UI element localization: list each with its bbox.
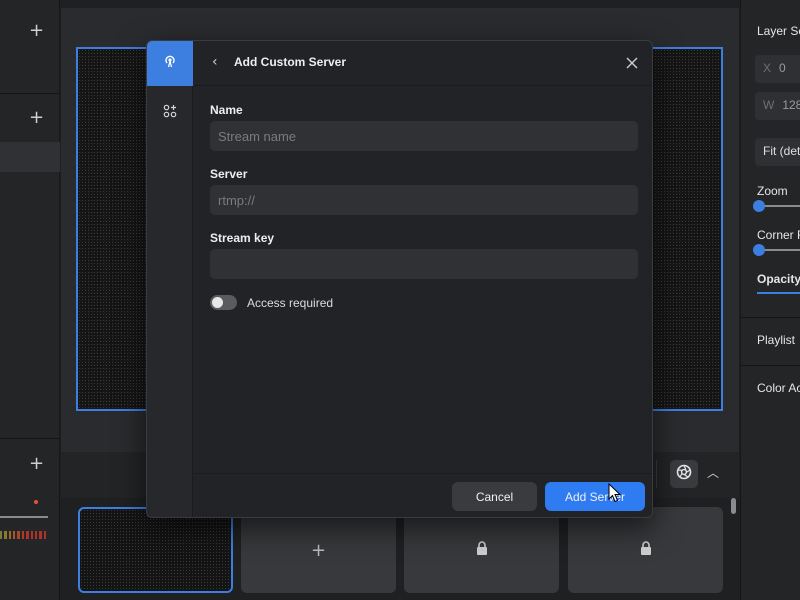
access-required-toggle[interactable] <box>210 295 237 310</box>
zoom-label: Zoom <box>757 184 788 198</box>
w-value: 128 <box>782 98 800 112</box>
plus-icon[interactable]: + <box>29 109 44 127</box>
x-value: 0 <box>779 61 786 75</box>
layer-settings-heading: Layer Se <box>757 24 800 38</box>
audio-meter <box>0 531 46 539</box>
left-section-sources: + <box>0 0 60 94</box>
scrollbar[interactable] <box>731 498 736 514</box>
playlist-section[interactable]: Playlist <box>757 333 795 347</box>
plus-icon[interactable]: + <box>29 22 44 40</box>
snapshot-button[interactable] <box>670 460 698 488</box>
scene-thumbnail-active[interactable] <box>78 507 233 593</box>
add-custom-server-dialog: ‹ Add Custom Server Name Server Stream k… <box>146 40 653 518</box>
left-panel: + + + <box>0 0 60 600</box>
chevron-up-icon[interactable]: ︿ <box>707 464 719 481</box>
divider <box>741 317 800 318</box>
access-required-label: Access required <box>247 296 334 310</box>
fit-select[interactable]: Fit (det <box>755 138 800 166</box>
w-axis-label: W <box>763 98 775 112</box>
volume-slider[interactable] <box>0 516 48 518</box>
recording-indicator <box>34 500 38 504</box>
add-scene-button[interactable]: + <box>241 507 396 593</box>
lock-icon <box>476 540 488 560</box>
dialog-title: Add Custom Server <box>234 55 347 69</box>
dialog-header: ‹ Add Custom Server <box>194 41 652 86</box>
opacity-tab[interactable]: Opacity <box>757 272 800 286</box>
name-label: Name <box>210 103 243 117</box>
zoom-slider-knob[interactable] <box>753 200 765 212</box>
corner-slider-knob[interactable] <box>753 244 765 256</box>
divider <box>741 365 800 366</box>
aperture-icon <box>676 464 692 485</box>
close-icon[interactable] <box>622 53 642 73</box>
server-label: Server <box>210 167 248 181</box>
toolbar-divider <box>656 460 657 488</box>
sidebar-item-widgets[interactable] <box>147 99 193 127</box>
right-panel: Layer Se X0 W128 Fit (det Zoom Corner R … <box>740 0 800 600</box>
chevron-left-icon[interactable]: ‹ <box>212 54 218 70</box>
broadcast-icon <box>162 53 178 74</box>
plus-icon[interactable]: + <box>29 455 44 473</box>
add-widget-icon <box>163 104 177 123</box>
locked-scene-slot[interactable] <box>404 507 559 593</box>
lock-icon <box>640 540 652 560</box>
cancel-button[interactable]: Cancel <box>452 482 537 511</box>
zoom-slider[interactable] <box>753 200 800 212</box>
stream-name-input[interactable] <box>210 121 638 151</box>
preview-top-strip <box>61 0 739 8</box>
sidebar-item-broadcast[interactable] <box>147 41 193 86</box>
mouse-cursor-icon <box>608 483 622 503</box>
stream-key-input[interactable] <box>210 249 638 279</box>
plus-icon: + <box>310 539 327 561</box>
app-root: + + + ︿ + Layer Se <box>0 0 800 600</box>
x-axis-label: X <box>763 61 772 75</box>
server-url-input[interactable] <box>210 185 638 215</box>
add-server-button[interactable]: Add Server <box>545 482 645 511</box>
locked-scene-slot[interactable] <box>568 507 723 593</box>
opacity-tab-indicator <box>757 292 800 294</box>
corner-radius-label: Corner R <box>757 228 800 242</box>
stream-key-label: Stream key <box>210 231 275 245</box>
width-field[interactable]: W 128 <box>755 92 800 120</box>
dialog-sidebar <box>147 41 193 517</box>
corner-radius-slider[interactable] <box>753 244 800 256</box>
x-position-field[interactable]: X0 <box>755 55 800 83</box>
selected-layer-row[interactable] <box>0 142 60 172</box>
color-adjust-section[interactable]: Color Ac <box>757 381 800 395</box>
